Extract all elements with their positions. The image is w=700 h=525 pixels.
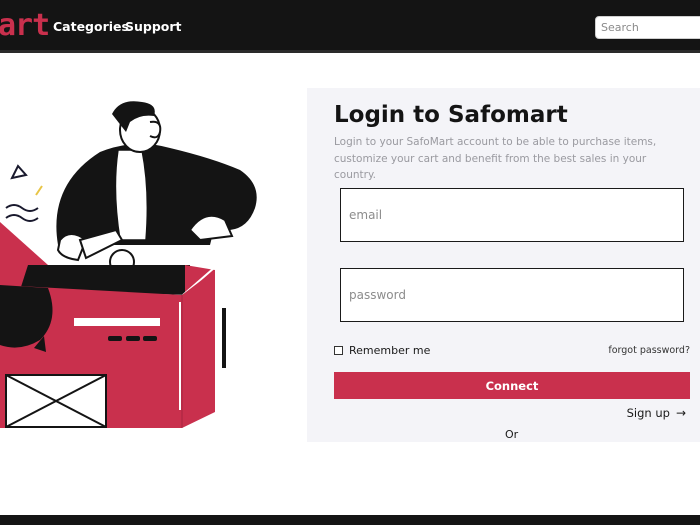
- top-navbar: art Categories Support: [0, 0, 700, 53]
- signup-label: Sign up: [626, 406, 670, 420]
- login-subtitle: Login to your SafoMart account to be abl…: [334, 136, 657, 181]
- shopping-box-illustration: [0, 101, 257, 428]
- arrow-right-icon: →: [675, 406, 686, 420]
- nav-link-support[interactable]: Support: [125, 18, 182, 36]
- forgot-password-link[interactable]: forgot password?: [608, 345, 690, 356]
- remember-me-label: Remember me: [349, 344, 431, 357]
- email-field[interactable]: [340, 188, 684, 242]
- logo[interactable]: art: [0, 6, 50, 46]
- login-panel: Login to Safomart Login to your SafoMart…: [307, 88, 700, 442]
- connect-button[interactable]: Connect: [334, 372, 690, 399]
- remember-me-checkbox[interactable]: Remember me: [334, 344, 430, 357]
- or-divider-label: Or: [505, 428, 519, 441]
- squiggle-decoration-icon: [5, 204, 39, 212]
- signup-link[interactable]: Sign up →: [627, 406, 686, 420]
- password-field[interactable]: [340, 268, 684, 322]
- search-input[interactable]: [595, 16, 700, 39]
- checkbox-icon[interactable]: [334, 346, 343, 355]
- triangle-decoration-icon: [10, 164, 28, 180]
- login-title: Login to Safomart: [334, 102, 568, 128]
- footer-bar: [0, 515, 700, 525]
- nav-link-categories[interactable]: Categories: [53, 18, 129, 36]
